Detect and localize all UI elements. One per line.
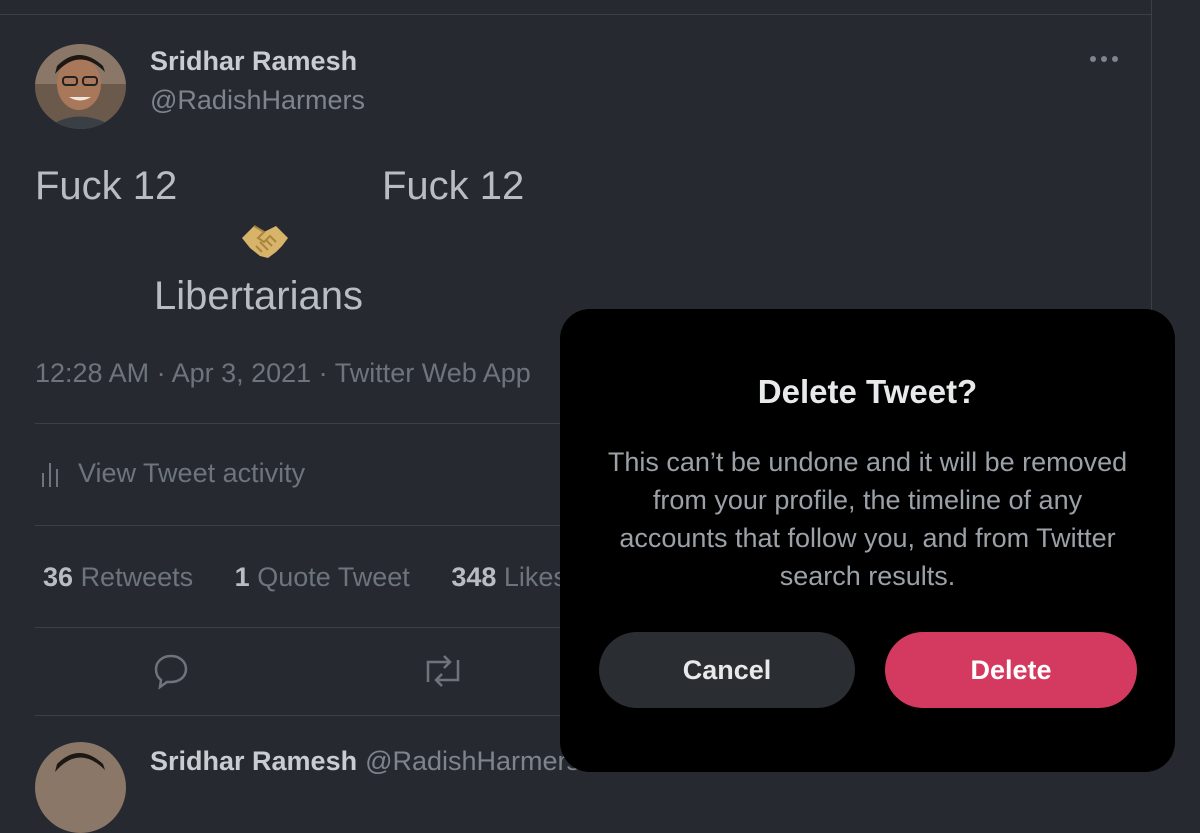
delete-tweet-dialog: Delete Tweet? This can’t be undone and i… bbox=[560, 309, 1175, 772]
tweet-stats: 36 Retweets 1 Quote Tweet 348 Likes bbox=[43, 562, 601, 593]
retweet-icon[interactable] bbox=[420, 652, 466, 690]
retweets-stat[interactable]: 36 Retweets bbox=[43, 562, 193, 592]
dialog-body: This can’t be undone and it will be remo… bbox=[607, 447, 1128, 591]
quotes-stat[interactable]: 1 Quote Tweet bbox=[235, 562, 410, 592]
avatar[interactable] bbox=[35, 742, 126, 833]
view-activity-link[interactable]: View Tweet activity bbox=[40, 458, 305, 489]
tweet-meta: 12:28 AM · Apr 3, 2021 · Twitter Web App bbox=[35, 358, 531, 388]
avatar[interactable] bbox=[35, 44, 126, 129]
handshake-icon bbox=[242, 225, 288, 258]
activity-label: View Tweet activity bbox=[78, 458, 306, 488]
activity-chart-icon bbox=[42, 462, 58, 487]
handle[interactable]: @RadishHarmers bbox=[150, 85, 365, 116]
tweet-text-right: Fuck 12 bbox=[382, 164, 525, 208]
reply-icon[interactable] bbox=[152, 652, 190, 690]
cancel-button[interactable]: Cancel bbox=[599, 632, 855, 708]
tweet-text-bottom: Libertarians bbox=[154, 274, 364, 318]
divider bbox=[0, 14, 1152, 15]
delete-button[interactable]: Delete bbox=[885, 632, 1137, 708]
more-icon[interactable] bbox=[1088, 52, 1120, 66]
dialog-title: Delete Tweet? bbox=[757, 373, 978, 410]
display-name[interactable]: Sridhar Ramesh bbox=[150, 46, 357, 77]
likes-stat[interactable]: 348 Likes bbox=[451, 562, 567, 592]
tweet-text-left: Fuck 12 bbox=[35, 164, 178, 208]
